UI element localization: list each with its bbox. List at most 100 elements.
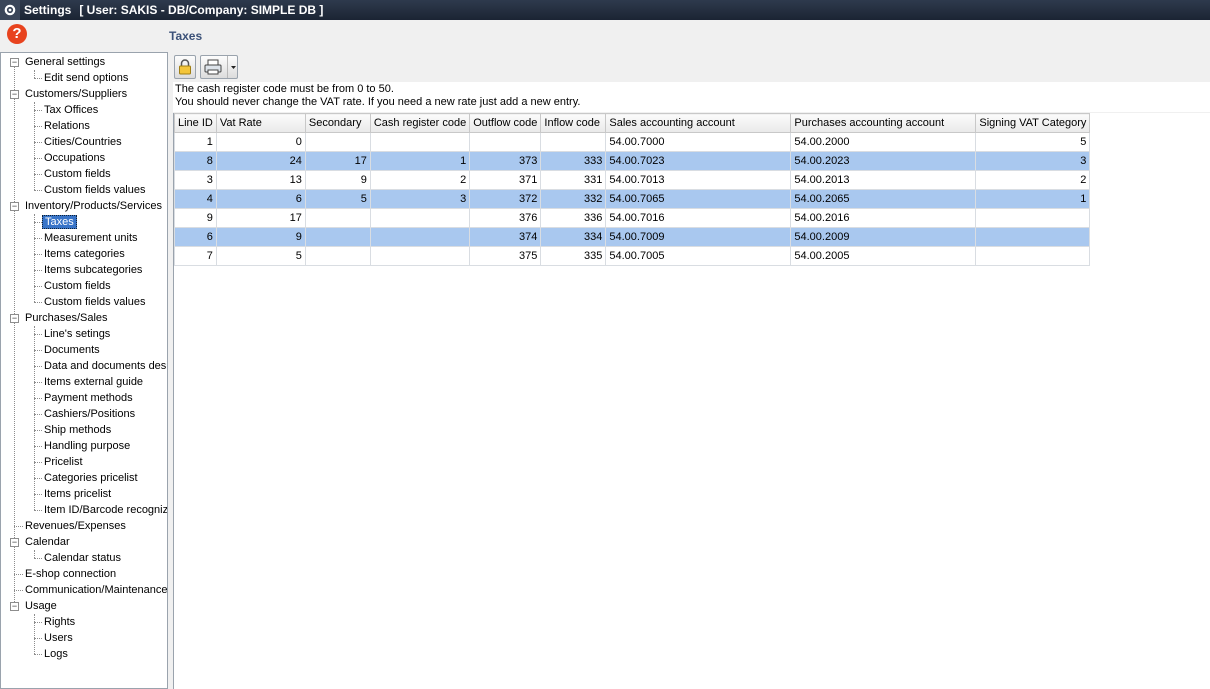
table-cell[interactable]: 8	[174, 151, 217, 171]
tree-toggle-usage[interactable]: −	[10, 602, 19, 611]
column-header-secondary[interactable]: Secondary	[304, 113, 371, 133]
table-cell[interactable]: 1	[975, 189, 1091, 209]
taxes-grid-area[interactable]: Line ID Vat Rate Secondary Cash register…	[173, 113, 1210, 689]
table-cell[interactable]	[304, 208, 371, 228]
table-cell[interactable]	[369, 227, 471, 247]
tree-toggle-customers[interactable]: −	[10, 90, 19, 99]
tree-item-customers-custom-fields[interactable]: Custom fields	[44, 166, 111, 182]
table-row[interactable]: 9 17 376 336 54.00.7016 54.00.2016	[174, 208, 1091, 228]
tree-node-calendar[interactable]: Calendar	[25, 534, 70, 550]
table-cell[interactable]: 331	[540, 170, 607, 190]
tree-item-barcode-recognize[interactable]: Item ID/Barcode recognize	[44, 502, 167, 518]
tree-item-items-categories[interactable]: Items categories	[44, 246, 125, 262]
column-header-inflow-code[interactable]: Inflow code	[540, 113, 607, 133]
table-cell[interactable]: 54.00.7023	[605, 151, 792, 171]
table-cell[interactable]: 2	[975, 170, 1091, 190]
tree-item-documents[interactable]: Documents	[44, 342, 100, 358]
table-cell[interactable]: 2	[369, 170, 471, 190]
tree-node-general-settings[interactable]: General settings	[25, 54, 105, 70]
table-cell[interactable]	[469, 132, 542, 152]
table-cell[interactable]: 13	[215, 170, 306, 190]
table-cell[interactable]: 3	[975, 151, 1091, 171]
table-cell[interactable]: 17	[304, 151, 371, 171]
table-cell[interactable]: 6	[174, 227, 217, 247]
tree-toggle-purchases[interactable]: −	[10, 314, 19, 323]
column-header-signing-vat-category[interactable]: Signing VAT Category	[975, 113, 1091, 133]
table-cell[interactable]: 54.00.2023	[790, 151, 977, 171]
table-cell[interactable]: 376	[469, 208, 542, 228]
column-header-vat-rate[interactable]: Vat Rate	[215, 113, 306, 133]
table-cell[interactable]: 3	[369, 189, 471, 209]
tree-item-rights[interactable]: Rights	[44, 614, 75, 630]
tree-item-measurement-units[interactable]: Measurement units	[44, 230, 138, 246]
table-cell[interactable]	[304, 246, 371, 266]
tree-item-inventory-custom-fields[interactable]: Custom fields	[44, 278, 111, 294]
tree-toggle-general[interactable]: −	[10, 58, 19, 67]
table-cell[interactable]: 1	[174, 132, 217, 152]
settings-tree[interactable]: − General settings Edit send options − C…	[0, 52, 168, 689]
tree-item-data-documents-design[interactable]: Data and documents desi	[44, 358, 167, 374]
tree-node-eshop-connection[interactable]: E-shop connection	[25, 566, 116, 582]
table-cell[interactable]	[369, 246, 471, 266]
table-row[interactable]: 4 6 5 3 372 332 54.00.7065 54.00.2065 1	[174, 189, 1091, 209]
table-cell[interactable]: 333	[540, 151, 607, 171]
tree-item-cashiers-positions[interactable]: Cashiers/Positions	[44, 406, 135, 422]
table-cell[interactable]	[975, 227, 1091, 247]
table-cell[interactable]: 372	[469, 189, 542, 209]
tree-item-occupations[interactable]: Occupations	[44, 150, 105, 166]
print-dropdown-chevron-icon[interactable]	[227, 56, 238, 78]
table-cell[interactable]	[540, 132, 607, 152]
table-cell[interactable]: 0	[215, 132, 306, 152]
table-cell[interactable]: 54.00.7009	[605, 227, 792, 247]
tree-item-handling-purpose[interactable]: Handling purpose	[44, 438, 130, 454]
tree-item-edit-send-options[interactable]: Edit send options	[44, 70, 128, 86]
tree-item-inventory-custom-fields-values[interactable]: Custom fields values	[44, 294, 146, 310]
table-cell[interactable]: 5	[215, 246, 306, 266]
tree-node-communication-maintenance[interactable]: Communication/Maintenance	[25, 582, 167, 598]
table-row[interactable]: 8 24 17 1 373 333 54.00.7023 54.00.2023 …	[174, 151, 1091, 171]
table-row[interactable]: 7 5 375 335 54.00.7005 54.00.2005	[174, 246, 1091, 266]
table-cell[interactable]: 54.00.2013	[790, 170, 977, 190]
table-cell[interactable]: 17	[215, 208, 306, 228]
print-button[interactable]	[200, 55, 238, 79]
help-icon[interactable]: ?	[7, 24, 27, 44]
table-cell[interactable]: 336	[540, 208, 607, 228]
table-cell[interactable]: 332	[540, 189, 607, 209]
table-cell[interactable]: 3	[174, 170, 217, 190]
table-cell[interactable]: 6	[215, 189, 306, 209]
table-cell[interactable]: 335	[540, 246, 607, 266]
table-cell[interactable]: 1	[369, 151, 471, 171]
table-cell[interactable]	[304, 227, 371, 247]
table-cell[interactable]: 9	[304, 170, 371, 190]
table-row[interactable]: 1 0 54.00.7000 54.00.2000 5	[174, 132, 1091, 152]
table-cell[interactable]: 24	[215, 151, 306, 171]
table-row[interactable]: 6 9 374 334 54.00.7009 54.00.2009	[174, 227, 1091, 247]
tree-item-calendar-status[interactable]: Calendar status	[44, 550, 121, 566]
table-cell[interactable]: 4	[174, 189, 217, 209]
table-cell[interactable]: 54.00.7065	[605, 189, 792, 209]
table-row[interactable]: 3 13 9 2 371 331 54.00.7013 54.00.2013 2	[174, 170, 1091, 190]
table-cell[interactable]: 7	[174, 246, 217, 266]
table-cell[interactable]: 54.00.2009	[790, 227, 977, 247]
table-cell[interactable]: 54.00.2005	[790, 246, 977, 266]
tree-item-categories-pricelist[interactable]: Categories pricelist	[44, 470, 138, 486]
column-header-cash-register-code[interactable]: Cash register code	[369, 113, 471, 133]
tree-toggle-calendar[interactable]: −	[10, 538, 19, 547]
table-cell[interactable]: 371	[469, 170, 542, 190]
table-cell[interactable]: 334	[540, 227, 607, 247]
table-cell[interactable]: 375	[469, 246, 542, 266]
tree-item-items-pricelist[interactable]: Items pricelist	[44, 486, 111, 502]
table-cell[interactable]: 54.00.2000	[790, 132, 977, 152]
lock-button[interactable]	[174, 55, 196, 79]
table-cell[interactable]: 54.00.2016	[790, 208, 977, 228]
tree-node-usage[interactable]: Usage	[25, 598, 57, 614]
taxes-table[interactable]: Line ID Vat Rate Secondary Cash register…	[174, 113, 1091, 266]
tree-item-logs[interactable]: Logs	[44, 646, 68, 662]
column-header-purchases-accounting-account[interactable]: Purchases accounting account	[790, 113, 977, 133]
table-cell[interactable]: 5	[975, 132, 1091, 152]
tree-item-payment-methods[interactable]: Payment methods	[44, 390, 133, 406]
table-cell[interactable]	[369, 208, 471, 228]
tree-item-taxes[interactable]: Taxes	[42, 215, 77, 229]
table-cell[interactable]: 54.00.7016	[605, 208, 792, 228]
table-cell[interactable]	[975, 208, 1091, 228]
